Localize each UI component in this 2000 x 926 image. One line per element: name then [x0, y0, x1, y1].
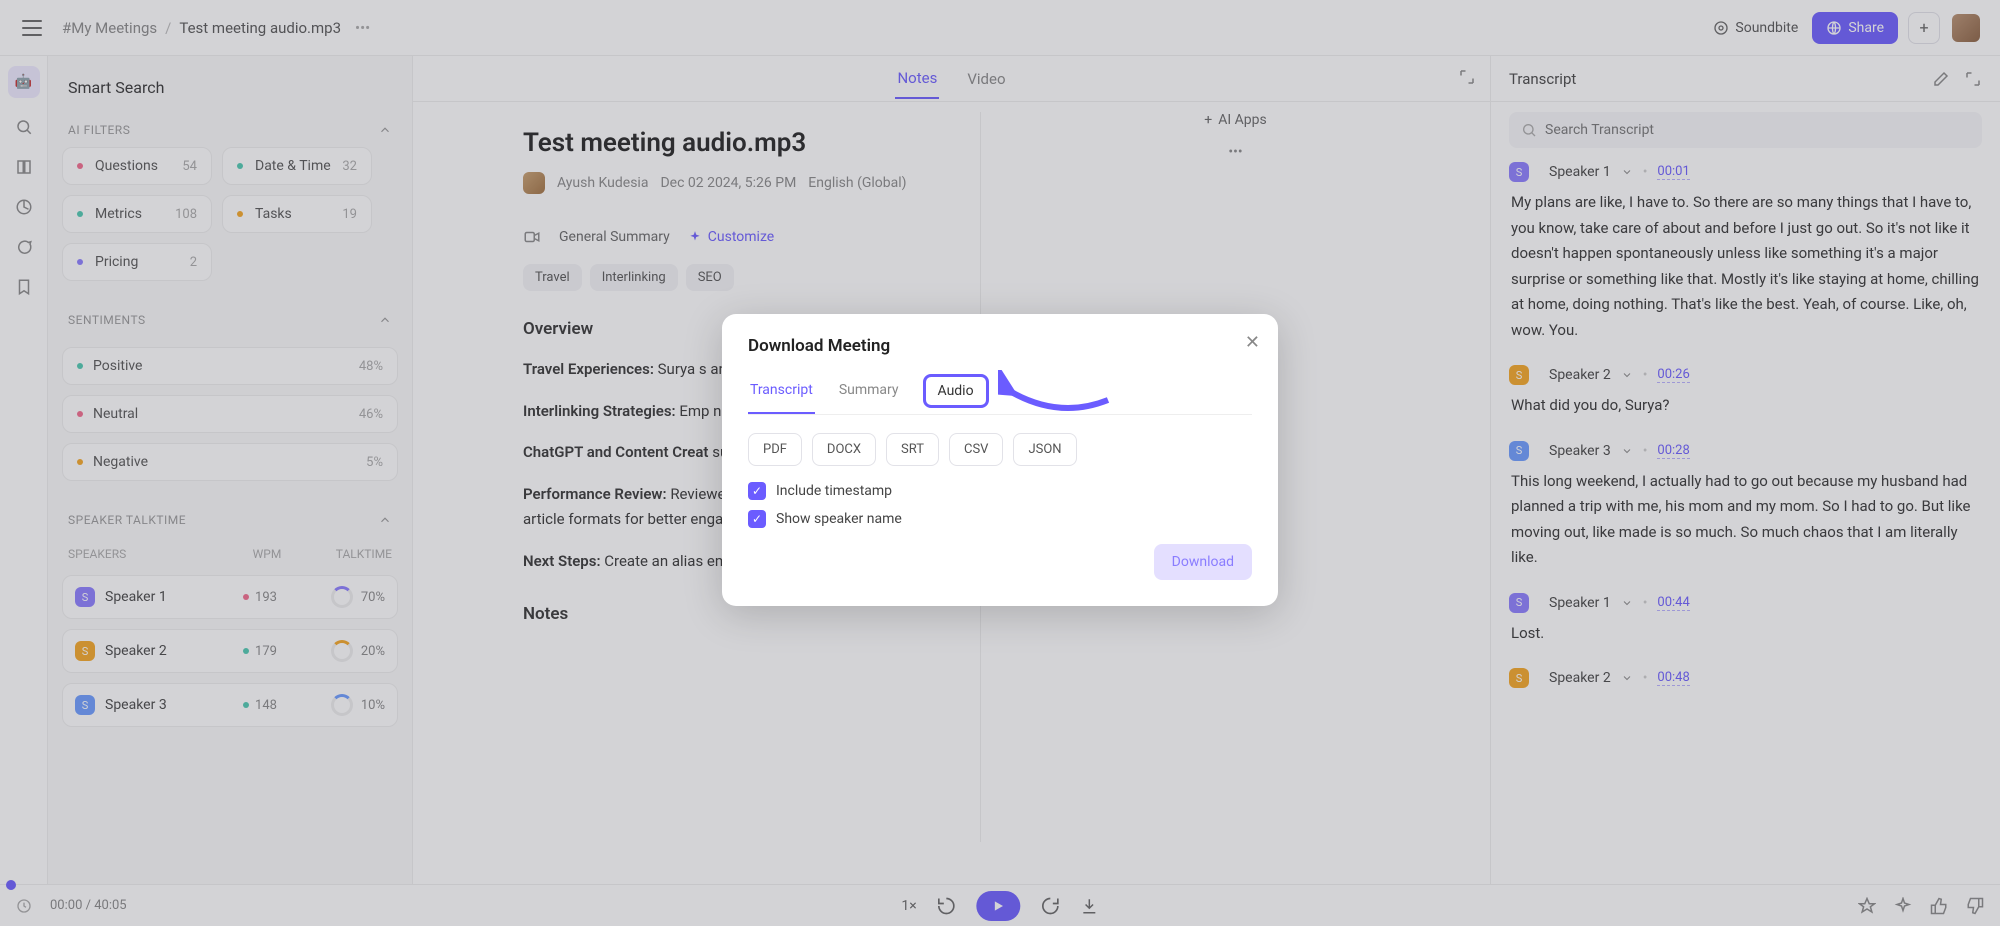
- checkbox-checked-icon: ✓: [748, 510, 766, 528]
- format-option[interactable]: CSV: [949, 433, 1003, 466]
- format-option[interactable]: SRT: [886, 433, 939, 466]
- modal-tab-summary[interactable]: Summary: [837, 374, 901, 414]
- modal-title: Download Meeting: [748, 336, 1252, 356]
- format-option[interactable]: JSON: [1013, 433, 1076, 466]
- include-timestamp-option[interactable]: ✓ Include timestamp: [748, 482, 1252, 500]
- modal-tab-transcript[interactable]: Transcript: [748, 374, 815, 414]
- download-button[interactable]: Download: [1154, 544, 1252, 580]
- modal-tab-audio[interactable]: Audio: [923, 374, 989, 408]
- format-options: PDF DOCX SRT CSV JSON: [748, 433, 1252, 466]
- format-option[interactable]: PDF: [748, 433, 802, 466]
- modal-close-button[interactable]: ✕: [1245, 332, 1260, 353]
- show-speaker-option[interactable]: ✓ Show speaker name: [748, 510, 1252, 528]
- checkbox-checked-icon: ✓: [748, 482, 766, 500]
- format-option[interactable]: DOCX: [812, 433, 876, 466]
- download-modal: ✕ Download Meeting Transcript Summary Au…: [722, 314, 1278, 606]
- modal-tabs: Transcript Summary Audio: [748, 374, 1252, 415]
